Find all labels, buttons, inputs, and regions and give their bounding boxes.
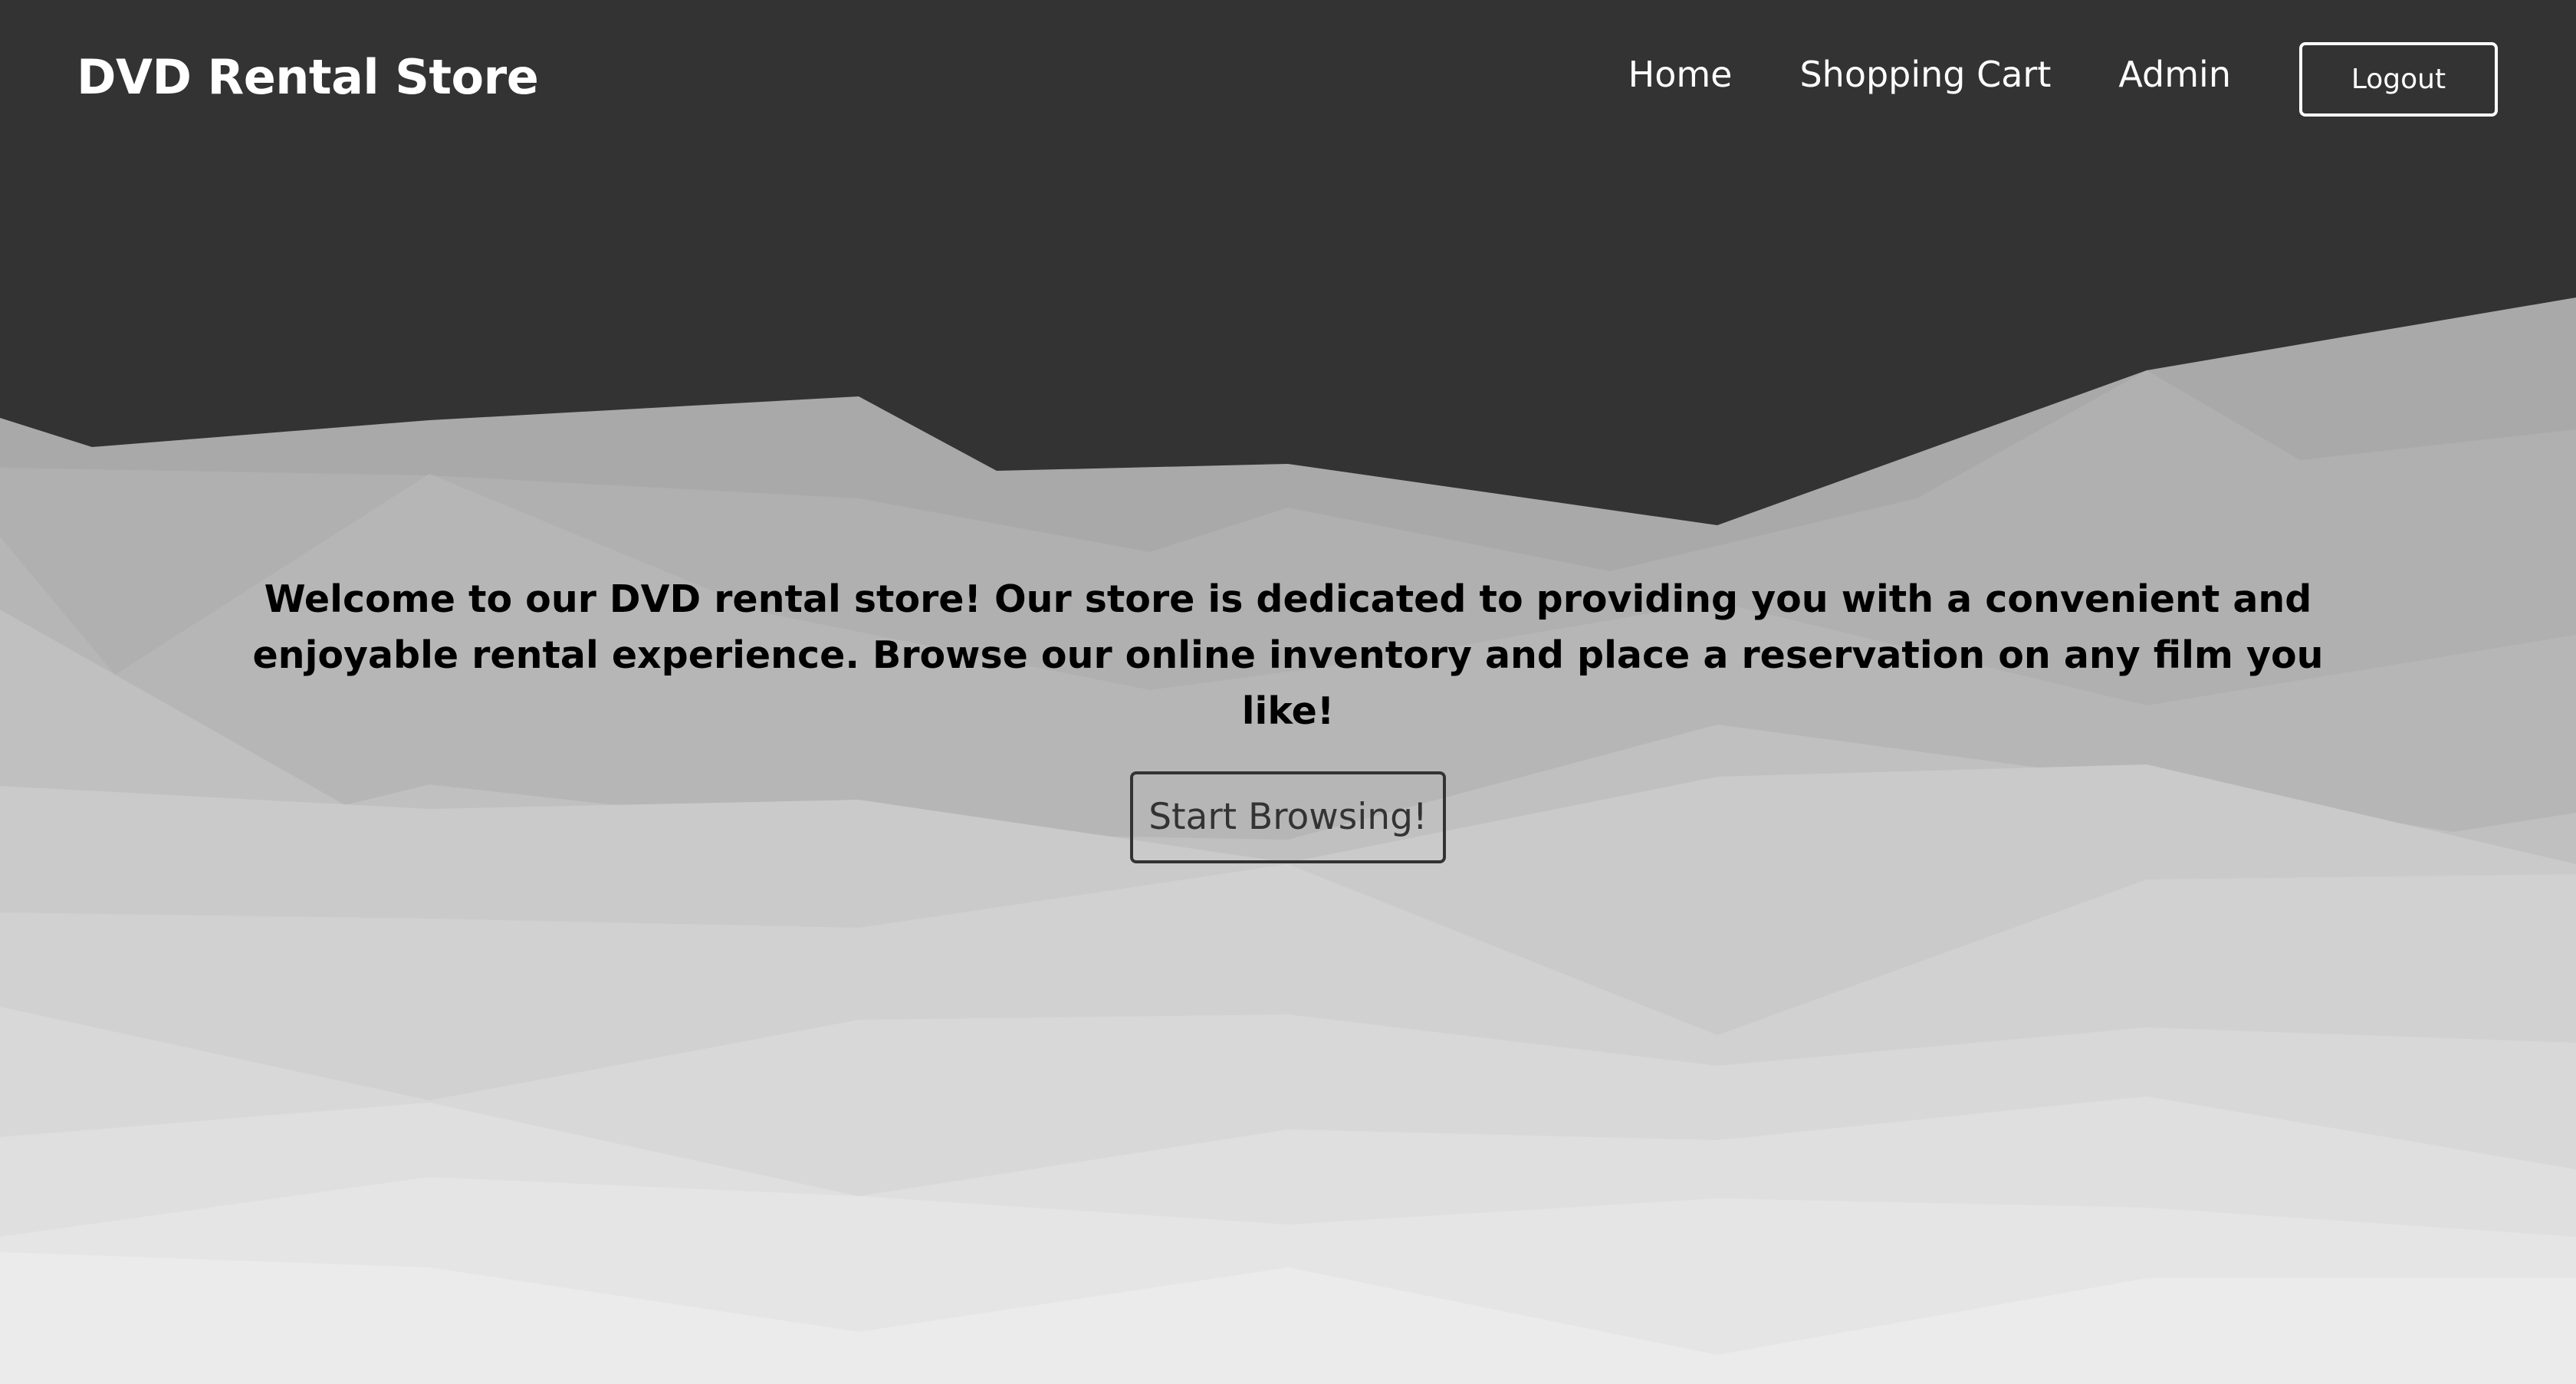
page: DVD Rental Store Home Shopping Cart Admi… [0, 0, 2576, 1384]
nav-link-home[interactable]: Home [1628, 54, 1733, 95]
welcome-message: Welcome to our DVD rental store! Our sto… [252, 577, 2324, 733]
brand-title[interactable]: DVD Rental Store [77, 49, 539, 105]
nav-link-admin[interactable]: Admin [2118, 54, 2231, 95]
nav-links: Home Shopping Cart Admin [1628, 54, 2231, 95]
hero-section: Welcome to our DVD rental store! Our sto… [0, 571, 2576, 863]
logout-button[interactable]: Logout [2299, 42, 2498, 117]
start-browsing-button[interactable]: Start Browsing! [1130, 771, 1446, 863]
nav-link-shopping-cart[interactable]: Shopping Cart [1799, 54, 2051, 95]
top-navbar: DVD Rental Store Home Shopping Cart Admi… [0, 0, 2576, 161]
